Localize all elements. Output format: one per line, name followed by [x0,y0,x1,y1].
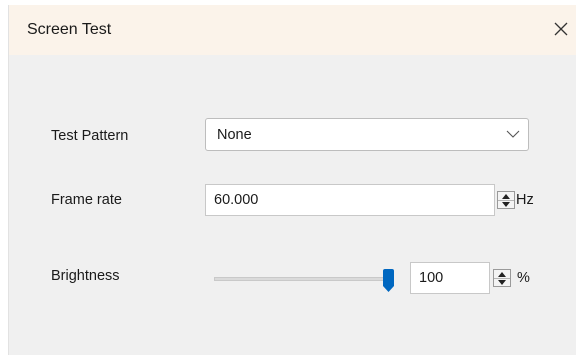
arrow-up-icon [498,271,506,277]
arrow-down-icon [502,201,510,207]
frame-rate-unit: Hz [516,192,534,208]
arrow-down-icon [498,279,506,285]
close-icon [554,22,568,36]
chevron-down-icon [506,130,520,138]
test-pattern-label: Test Pattern [51,128,129,144]
brightness-input[interactable]: 100 [410,262,490,294]
frame-rate-decrement[interactable] [498,200,514,208]
brightness-label: Brightness [51,268,120,284]
screen-test-dialog: Screen Test Test Pattern None Frame rate… [8,5,576,355]
brightness-spinner[interactable] [493,269,511,287]
arrow-up-icon [502,193,510,199]
brightness-decrement[interactable] [494,278,510,286]
window-title: Screen Test [27,21,112,38]
frame-rate-value: 60.000 [214,192,259,208]
title-bar: Screen Test [9,5,576,55]
brightness-slider-track[interactable] [214,277,394,281]
close-button[interactable] [546,14,576,44]
brightness-slider-thumb[interactable] [382,269,395,293]
brightness-unit: % [517,270,530,286]
test-pattern-selected: None [217,127,252,143]
brightness-value: 100 [419,270,444,286]
frame-rate-input[interactable]: 60.000 [205,184,495,216]
test-pattern-dropdown[interactable]: None [205,118,529,151]
frame-rate-spinner[interactable] [497,191,515,209]
frame-rate-label: Frame rate [51,192,122,208]
